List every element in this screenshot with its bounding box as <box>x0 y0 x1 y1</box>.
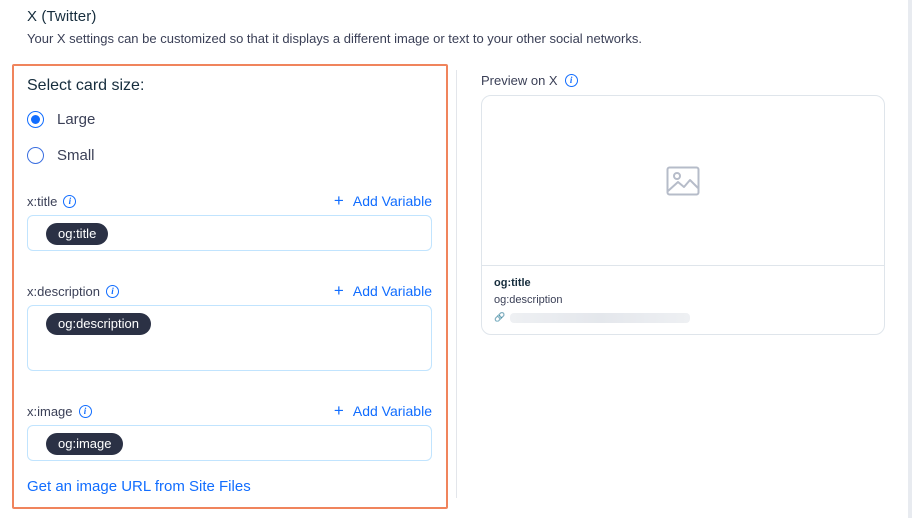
radio-small-label: Small <box>57 147 95 164</box>
add-variable-label: Add Variable <box>352 193 432 209</box>
x-preview-card: og:title og:description 🔗 <box>481 95 885 335</box>
title-add-variable-button[interactable]: + Add Variable <box>333 191 432 210</box>
image-placeholder-icon <box>666 166 700 195</box>
description-add-variable-button[interactable]: + Add Variable <box>333 281 432 300</box>
title-field-label-group: x:title i <box>27 194 77 209</box>
panel-divider <box>456 70 457 498</box>
title-input[interactable]: og:title <box>27 215 432 251</box>
preview-title: og:title <box>494 277 531 289</box>
preview-label-group: Preview on X i <box>481 73 578 88</box>
title-field-label: x:title <box>27 194 58 209</box>
preview-image-area <box>482 96 884 266</box>
description-textarea[interactable]: og:description <box>27 305 432 371</box>
image-add-variable-button[interactable]: + Add Variable <box>333 401 432 420</box>
preview-url-placeholder <box>510 312 691 323</box>
x-twitter-settings-page: X (Twitter) Your X settings can be custo… <box>0 0 912 518</box>
image-variable-chip[interactable]: og:image <box>46 433 124 455</box>
title-variable-chip[interactable]: og:title <box>46 223 109 245</box>
card-size-label: Select card size: <box>27 77 145 94</box>
x-settings-panel: Select card size: Large Small x:title i … <box>12 64 448 509</box>
plus-icon: + <box>333 401 344 420</box>
image-field-label-group: x:image i <box>27 404 92 419</box>
description-field-label-group: x:description i <box>27 284 119 299</box>
image-field-label: x:image <box>27 404 73 419</box>
add-variable-label: Add Variable <box>352 283 432 299</box>
link-icon: 🔗 <box>494 312 506 322</box>
radio-large-label: Large <box>57 111 96 128</box>
section-subtitle: Your X settings can be customized so tha… <box>27 31 642 46</box>
radio-option-small[interactable]: Small <box>27 147 95 164</box>
image-input[interactable]: og:image <box>27 425 432 461</box>
description-field-label: x:description <box>27 284 100 299</box>
section-title: X (Twitter) <box>27 8 97 25</box>
preview-url-row: 🔗 <box>494 312 691 323</box>
scrollbar-track[interactable] <box>908 0 912 518</box>
info-icon[interactable]: i <box>78 405 92 418</box>
preview-description: og:description <box>494 294 563 306</box>
info-icon[interactable]: i <box>105 285 119 298</box>
site-files-link[interactable]: Get an image URL from Site Files <box>27 478 251 495</box>
preview-label: Preview on X <box>481 73 558 88</box>
info-icon[interactable]: i <box>564 74 578 87</box>
radio-large-button[interactable] <box>27 111 44 128</box>
plus-icon: + <box>333 281 344 300</box>
radio-small-button[interactable] <box>27 147 44 164</box>
radio-option-large[interactable]: Large <box>27 111 95 128</box>
description-variable-chip[interactable]: og:description <box>46 313 151 335</box>
add-variable-label: Add Variable <box>352 403 432 419</box>
plus-icon: + <box>333 191 344 210</box>
info-icon[interactable]: i <box>63 195 77 208</box>
